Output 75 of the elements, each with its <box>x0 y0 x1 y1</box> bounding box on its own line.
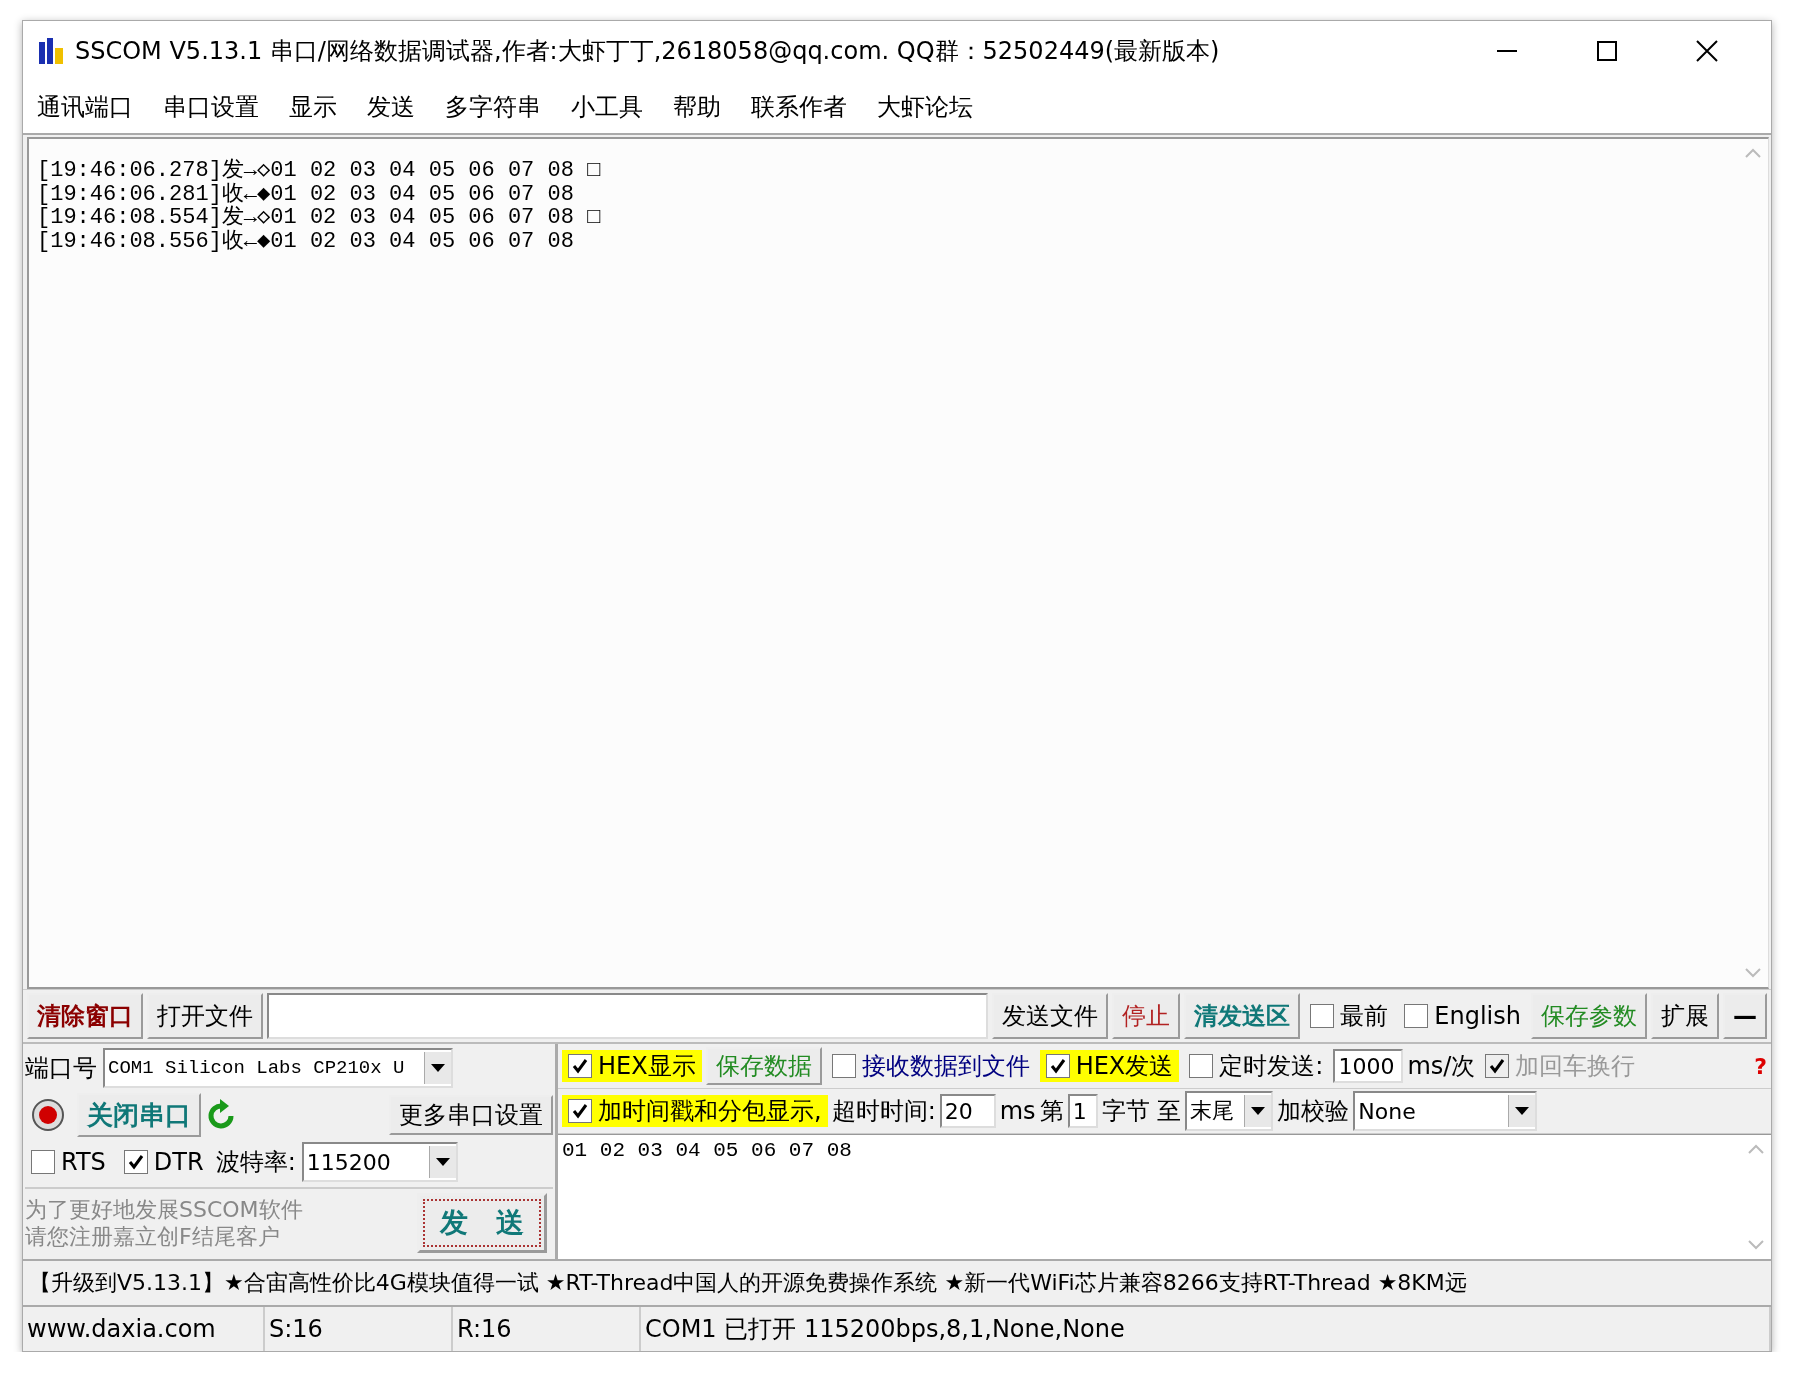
toolbar-button[interactable]: 保存参数 <box>1531 993 1647 1039</box>
port-label: 端口号 <box>25 1053 97 1085</box>
toolbar-button[interactable]: 清除窗口 <box>27 993 143 1039</box>
status-bar-cell: COM1 已打开 115200bps,8,1,None,None <box>641 1307 1771 1351</box>
send-button[interactable]: 发 送 <box>417 1192 547 1253</box>
scroll-down-icon[interactable] <box>1744 967 1762 979</box>
toolbar-button[interactable]: 清发送区 <box>1184 993 1301 1039</box>
file-path-field[interactable] <box>267 993 989 1039</box>
dropdown-arrow-icon <box>1251 1107 1266 1115</box>
port-dropdown[interactable]: COM1 Silicon Labs CP210x U <box>103 1048 453 1089</box>
dropdown[interactable]: None <box>1353 1091 1538 1131</box>
dropdown-arrow-icon <box>435 1158 450 1167</box>
option-label: 加校验 <box>1277 1096 1350 1127</box>
help-icon[interactable]: ? <box>1754 1053 1767 1079</box>
close-icon[interactable] <box>1695 39 1719 63</box>
checkmark-icon <box>1489 1058 1506 1074</box>
checkbox[interactable]: HEX发送 <box>1039 1050 1180 1082</box>
toolbar-button[interactable]: 打开文件 <box>147 993 263 1039</box>
log-line: [19:46:08.556]收←◆01 02 03 04 05 06 07 08 <box>37 229 575 253</box>
menu-item[interactable]: 小工具 <box>571 91 643 123</box>
scroll-up-icon[interactable] <box>1744 147 1762 159</box>
log-line: [19:46:06.278]发→◇01 02 03 04 05 06 07 08 □ <box>37 159 602 183</box>
log-line: [19:46:06.281]收←◆01 02 03 04 05 06 07 08 <box>37 182 575 206</box>
scroll-up-icon[interactable] <box>1747 1143 1765 1155</box>
menu-item[interactable]: 串口设置 <box>163 91 259 123</box>
scroll-down-icon[interactable] <box>1747 1239 1765 1251</box>
option-label: 第 <box>1039 1096 1064 1127</box>
menu-item[interactable]: 发送 <box>367 91 415 123</box>
checkbox[interactable]: 加时间戳和分包显示, <box>562 1095 828 1127</box>
option-label: 超时时间: <box>831 1096 936 1127</box>
menu-item[interactable]: 联系作者 <box>751 91 847 123</box>
checkmark-icon <box>1049 1058 1066 1074</box>
checkbox[interactable]: 接收数据到文件 <box>825 1050 1036 1082</box>
status-bar-cell: R:16 <box>453 1307 641 1351</box>
menu-item[interactable]: 大虾论坛 <box>877 91 973 123</box>
input-field[interactable]: 1000 <box>1333 1049 1404 1083</box>
checkbox[interactable]: English <box>1398 993 1527 1039</box>
news-ticker: 【升级到V5.13.1】★合宙高性价比4G模块值得一试 ★RT-Thread中国人的开源免费操作系统 ★新一代WiFi芯片兼容8266支持RT-Thread ★8KM远 <box>29 1269 1467 1297</box>
checkbox[interactable]: RTS <box>25 1148 112 1177</box>
dropdown[interactable]: 末尾 <box>1185 1091 1274 1131</box>
toolbar-button[interactable]: 发送文件 <box>992 993 1109 1039</box>
input-field[interactable]: 20 <box>939 1094 996 1128</box>
dropdown-arrow-icon <box>431 1064 445 1073</box>
promo-text: 为了更好地发展SSCOM软件 <box>25 1195 304 1223</box>
log-line: [19:46:08.554]发→◇01 02 03 04 05 06 07 08 □ <box>37 206 602 230</box>
option-label: ms/次 <box>1407 1051 1476 1082</box>
baud-rate-label: 波特率: <box>215 1147 296 1179</box>
checkbox[interactable]: HEX显示 <box>562 1050 702 1082</box>
status-bar-cell: S:16 <box>265 1307 453 1351</box>
toolbar-button[interactable]: 停止 <box>1112 993 1181 1039</box>
input-field[interactable]: 1 <box>1067 1094 1098 1128</box>
toolbar-button[interactable]: 扩展 <box>1651 993 1719 1039</box>
more-port-settings-button[interactable]: 更多串口设置 <box>389 1095 553 1136</box>
checkmark-icon <box>572 1103 588 1119</box>
window-title: SSCOM V5.13.1 串口/网络数据调试器,作者:大虾丁丁,2618058@qq.com. QQ群：52502449(最新版本) <box>75 36 1221 67</box>
close-port-button[interactable]: 关闭串口 <box>77 1093 201 1138</box>
checkmark-icon <box>127 1154 144 1171</box>
menu-item[interactable]: 多字符串 <box>445 91 541 123</box>
baud-rate-dropdown[interactable]: 115200 <box>301 1142 458 1183</box>
save-data-button[interactable]: 保存数据 <box>705 1047 822 1085</box>
checkbox[interactable]: DTR <box>117 1148 210 1177</box>
option-label: ms <box>999 1097 1036 1125</box>
maximize-icon[interactable] <box>1595 39 1619 63</box>
menu-item[interactable]: 帮助 <box>673 91 721 123</box>
promo-text: 请您注册嘉立创F结尾客户 <box>25 1222 281 1250</box>
menu-item[interactable]: 通讯端口 <box>37 91 133 123</box>
option-label: 字节 至 <box>1101 1096 1182 1127</box>
checkbox[interactable]: 最前 <box>1304 993 1395 1039</box>
checkbox[interactable]: 定时发送: <box>1183 1050 1330 1082</box>
menu-item[interactable]: 显示 <box>289 91 337 123</box>
dropdown-arrow-icon <box>1515 1107 1530 1115</box>
checkmark-icon <box>572 1058 588 1074</box>
toolbar-button[interactable]: — <box>1723 993 1767 1039</box>
port-status-light-icon <box>31 1098 65 1133</box>
status-bar-cell: www.daxia.com <box>23 1307 265 1351</box>
